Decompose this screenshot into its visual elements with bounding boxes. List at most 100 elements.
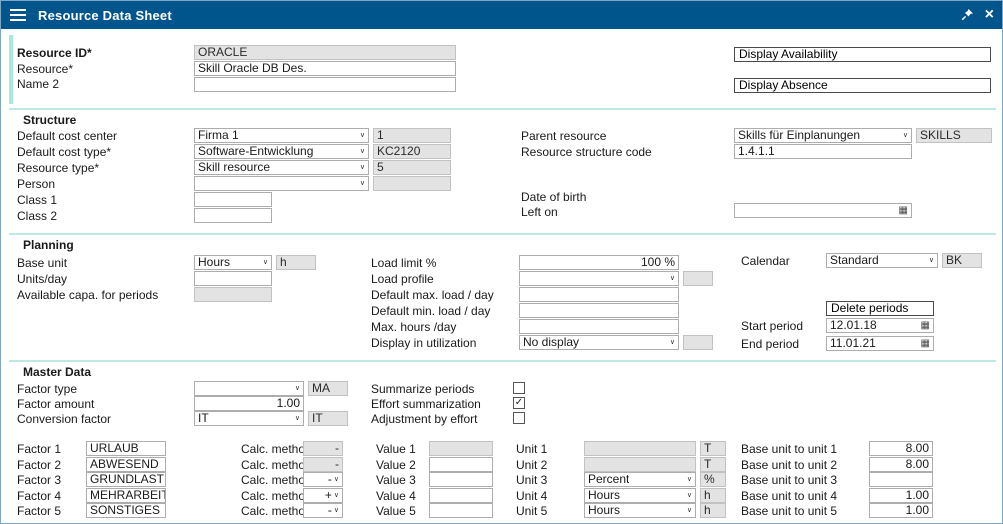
load-limit-field[interactable]: 100 % — [519, 255, 679, 270]
chevron-down-icon: ∨ — [360, 161, 365, 174]
chevron-down-icon: ∨ — [360, 145, 365, 158]
factor-type-label: Factor type — [17, 382, 77, 396]
display-in-utilization-label: Display in utilization — [371, 336, 476, 350]
window-title: Resource Data Sheet — [38, 8, 172, 23]
person-select[interactable]: ∨ — [194, 176, 369, 191]
end-period-field[interactable]: 11.01.21 ▦ — [826, 336, 934, 351]
calendar-icon[interactable]: ▦ — [899, 204, 908, 217]
unit2-label: Unit 2 — [516, 458, 547, 472]
unit5-select[interactable]: Hours ∨ — [584, 503, 696, 518]
factor-type-select[interactable]: ∨ — [194, 381, 304, 396]
base-unit1-label: Base unit to unit 1 — [741, 442, 837, 456]
default-min-load-field[interactable] — [519, 303, 679, 318]
display-absence-button[interactable]: Display Absence — [734, 78, 991, 93]
chevron-down-icon: ∨ — [263, 256, 268, 269]
value2-field[interactable] — [429, 457, 493, 472]
calendar-icon[interactable]: ▦ — [921, 319, 930, 332]
chevron-down-icon: ∨ — [670, 336, 675, 349]
base-unit3-label: Base unit to unit 3 — [741, 473, 837, 487]
base-unit-code: h — [276, 255, 316, 270]
chevron-down-icon: ∨ — [687, 504, 692, 517]
chevron-down-icon: ∨ — [334, 473, 339, 486]
factor2-field[interactable]: ABWESEND — [86, 457, 166, 472]
base-unit4-field[interactable]: 1.00 — [869, 488, 933, 503]
calendar-select[interactable]: Standard ∨ — [826, 253, 938, 268]
base-unit4-label: Base unit to unit 4 — [741, 489, 837, 503]
factor3-field[interactable]: GRUNDLAST — [86, 472, 166, 487]
max-hours-day-field[interactable] — [519, 319, 679, 334]
summarize-periods-label: Summarize periods — [371, 382, 474, 396]
base-unit-select[interactable]: Hours ∨ — [194, 255, 272, 270]
chevron-down-icon: ∨ — [334, 489, 339, 502]
display-availability-button[interactable]: Display Availability — [734, 47, 991, 62]
resource-field[interactable]: Skill Oracle DB Des. — [194, 61, 456, 76]
factor5-field[interactable]: SONSTIGES — [86, 503, 166, 518]
base-unit2-field[interactable]: 8.00 — [869, 457, 933, 472]
section-divider — [9, 360, 996, 362]
class1-field[interactable] — [194, 192, 272, 207]
conversion-factor-select[interactable]: IT ∨ — [194, 411, 304, 426]
chevron-down-icon: ∨ — [903, 129, 908, 142]
calendar-icon[interactable]: ▦ — [921, 337, 930, 350]
default-cost-center-select[interactable]: Firma 1 ∨ — [194, 128, 369, 143]
resource-type-label: Resource type* — [17, 161, 99, 175]
default-cost-type-select[interactable]: Software-Entwicklung ∨ — [194, 144, 369, 159]
value4-field[interactable] — [429, 488, 493, 503]
date-of-birth-label: Date of birth — [521, 190, 586, 204]
close-icon[interactable]: × — [985, 7, 994, 23]
effort-summarization-checkbox[interactable]: ✓ — [513, 397, 525, 409]
name2-field[interactable] — [194, 77, 456, 92]
base-unit3-field[interactable] — [869, 472, 933, 487]
base-unit5-field[interactable]: 1.00 — [869, 503, 933, 518]
menu-icon[interactable] — [10, 9, 26, 21]
calc-method4-select[interactable]: + ∨ — [303, 488, 343, 503]
parent-resource-select[interactable]: Skills für Einplanungen ∨ — [734, 128, 912, 143]
available-capa-label: Available capa. for periods — [17, 288, 158, 302]
calc-method2-field: - — [303, 457, 343, 472]
factor-amount-field[interactable]: 1.00 — [194, 396, 304, 411]
value3-label: Value 3 — [376, 473, 416, 487]
unit3-suffix: % — [700, 472, 726, 487]
start-period-field[interactable]: 12.01.18 ▦ — [826, 318, 934, 333]
value5-field[interactable] — [429, 503, 493, 518]
start-period-label: Start period — [741, 319, 803, 333]
factor4-label: Factor 4 — [17, 489, 61, 503]
delete-periods-button[interactable]: Delete periods — [826, 301, 934, 316]
section-accent-stripe — [9, 35, 13, 104]
left-on-label: Left on — [521, 205, 558, 219]
conversion-factor-code: IT — [308, 411, 348, 426]
default-max-load-field[interactable] — [519, 287, 679, 302]
unit4-select[interactable]: Hours ∨ — [584, 488, 696, 503]
factor1-field[interactable]: URLAUB — [86, 441, 166, 456]
value3-field[interactable] — [429, 472, 493, 487]
adjustment-by-effort-label: Adjustment by effort — [371, 412, 478, 426]
unit2-suffix: T — [700, 457, 726, 472]
person-label: Person — [17, 177, 55, 191]
end-period-label: End period — [741, 337, 799, 351]
display-in-utilization-select[interactable]: No display ∨ — [519, 335, 679, 350]
pin-icon[interactable] — [961, 8, 974, 25]
resource-id-field[interactable]: ORACLE — [194, 45, 456, 60]
unit5-label: Unit 5 — [516, 504, 547, 518]
value5-label: Value 5 — [376, 504, 416, 518]
left-on-date-field[interactable]: ▦ — [734, 203, 912, 218]
adjustment-by-effort-checkbox[interactable] — [513, 412, 525, 424]
section-divider — [9, 108, 996, 110]
resource-structure-code-label: Resource structure code — [521, 145, 652, 159]
summarize-periods-checkbox[interactable] — [513, 382, 525, 394]
factor4-field[interactable]: MEHRARBEIT — [86, 488, 166, 503]
resource-structure-code-field[interactable]: 1.4.1.1 — [734, 144, 912, 159]
base-unit1-field[interactable]: 8.00 — [869, 441, 933, 456]
units-day-field[interactable] — [194, 271, 272, 286]
resource-type-select[interactable]: Skill resource ∨ — [194, 160, 369, 175]
chevron-down-icon: ∨ — [360, 177, 365, 190]
value2-label: Value 2 — [376, 458, 416, 472]
unit3-select[interactable]: Percent ∨ — [584, 472, 696, 487]
calc-method3-select[interactable]: - ∨ — [303, 472, 343, 487]
load-profile-select[interactable]: ∨ — [519, 271, 679, 286]
person-code — [373, 176, 451, 191]
default-cost-type-code: KC2120 — [373, 144, 451, 159]
calc-method5-select[interactable]: - ∨ — [303, 503, 343, 518]
class2-field[interactable] — [194, 208, 272, 223]
value4-label: Value 4 — [376, 489, 416, 503]
